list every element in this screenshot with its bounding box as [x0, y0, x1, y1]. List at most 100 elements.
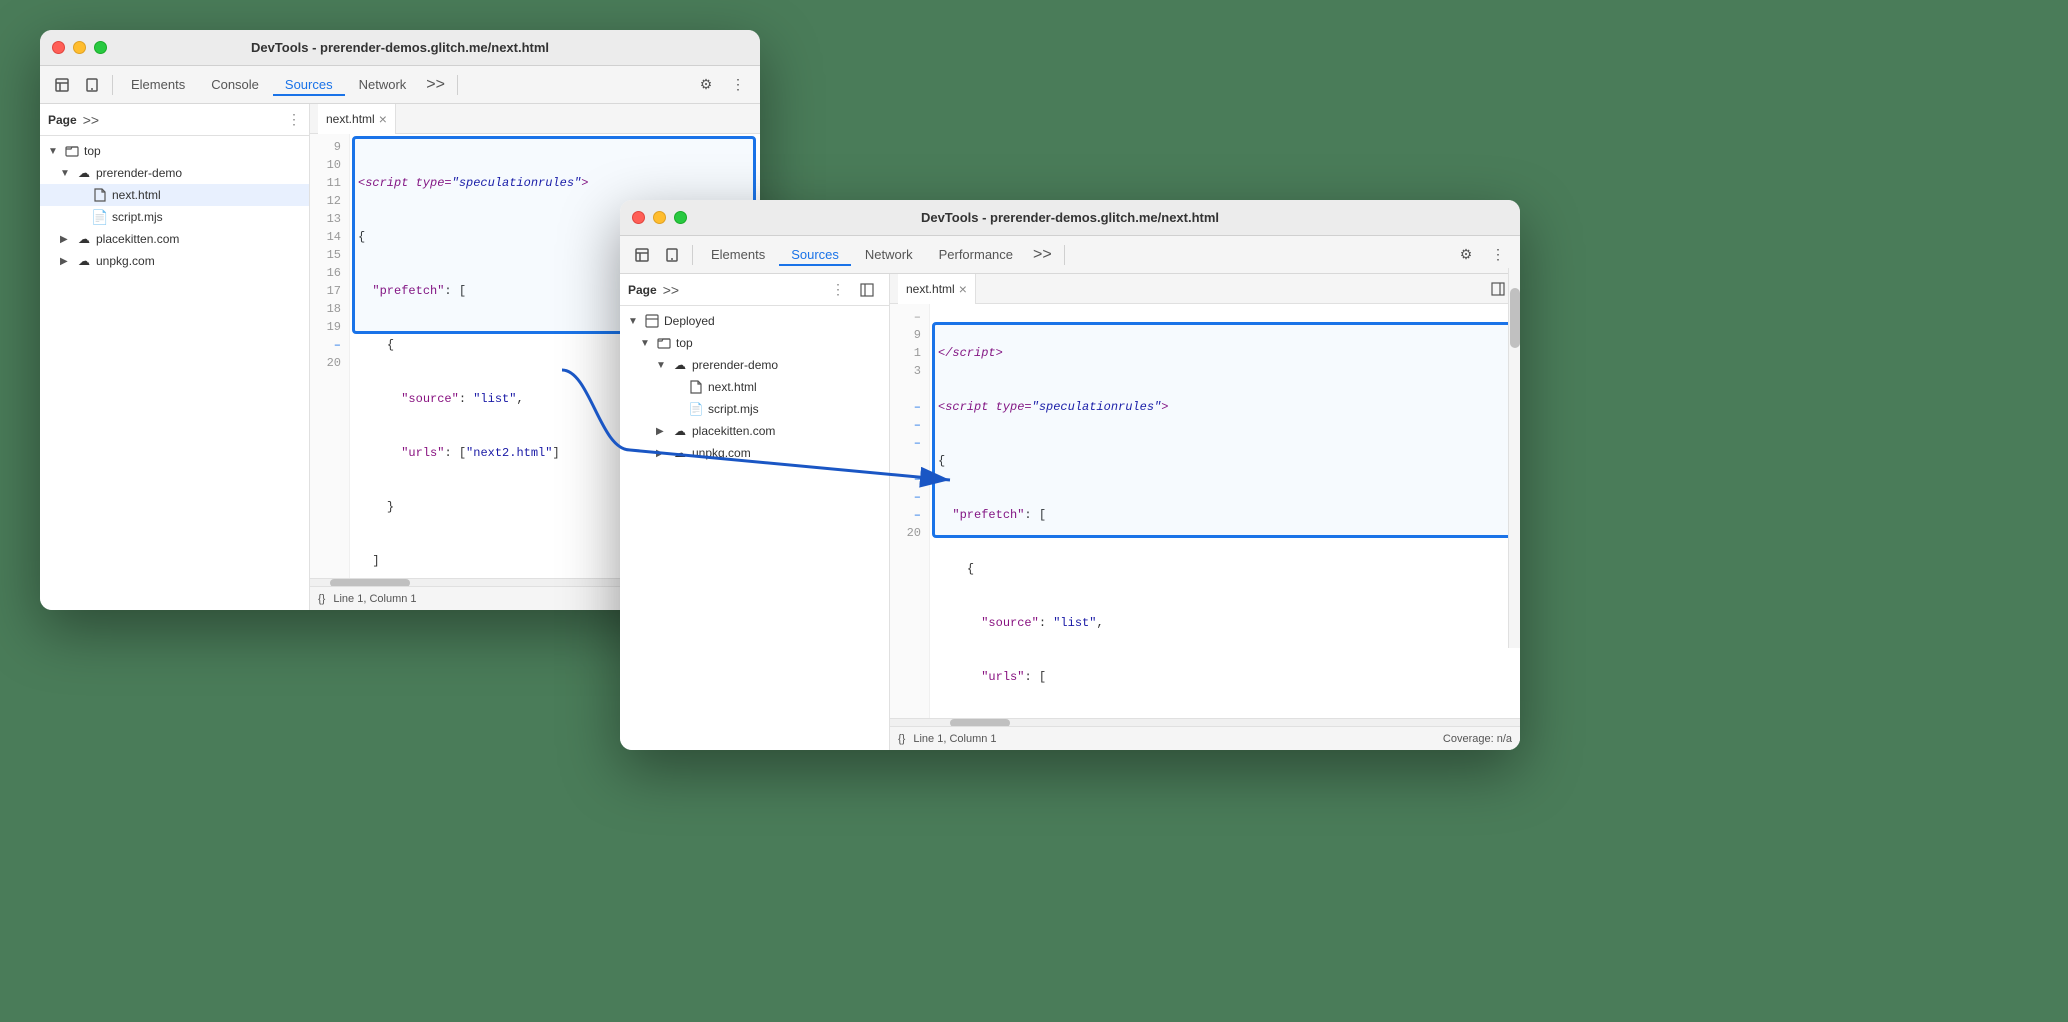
tree-label-unpkg-1: unpkg.com [96, 254, 155, 268]
tab-network-2[interactable]: Network [853, 243, 925, 266]
arrow-unpkg-2: ▶ [656, 448, 668, 459]
toolbar-2: Elements Sources Network Performance >> … [620, 236, 1520, 274]
devtools-window-2: DevTools - prerender-demos.glitch.me/nex… [620, 200, 1520, 750]
folder-icon-top-2 [656, 335, 672, 351]
sidebar-1: Page >> ⋮ ▼ top ▼ [40, 104, 310, 610]
close-button-2[interactable] [632, 211, 645, 224]
cloud-icon-1: ☁ [76, 165, 92, 181]
sidebar-2: Page >> ⋮ ▼ [620, 274, 890, 750]
more-tabs-icon-2[interactable]: >> [1027, 242, 1058, 268]
toolbar-right-2: ⚙ ⋮ [1452, 241, 1512, 269]
toolbar-separator-3 [692, 245, 693, 265]
status-coverage-2: Coverage: n/a [1443, 733, 1512, 745]
panel-content-2: Page >> ⋮ ▼ [620, 274, 1520, 750]
sidebar-tree-2: ▼ Deployed ▼ [620, 306, 889, 750]
code-content-2: </script> <script type="speculationrules… [930, 304, 1520, 718]
tab-elements-1[interactable]: Elements [119, 73, 197, 96]
inspector-icon[interactable] [48, 71, 76, 99]
status-braces-icon-2: {} [898, 733, 905, 745]
sidebar-tree-1: ▼ top ▼ ☁ prerender-demo [40, 136, 309, 610]
editor-tab-nexthtml-1[interactable]: next.html × [318, 104, 396, 134]
tree-label-unpkg-2: unpkg.com [692, 446, 751, 460]
folder-icon-top-1 [64, 143, 80, 159]
sidebar-page-label-2: Page [628, 283, 657, 297]
arrow-top-2: ▼ [640, 338, 652, 349]
sidebar-more-icon-1[interactable]: >> [83, 112, 99, 128]
tree-label-nexthtml-1: next.html [112, 188, 161, 202]
more-tabs-icon-1[interactable]: >> [420, 72, 451, 98]
maximize-button-2[interactable] [674, 211, 687, 224]
settings-icon-2[interactable]: ⚙ [1452, 241, 1480, 269]
toolbar-1: Elements Console Sources Network >> ⚙ ⋮ [40, 66, 760, 104]
arrow-top-1: ▼ [48, 146, 60, 157]
tree-label-prerender-2: prerender-demo [692, 358, 778, 372]
tab-console-1[interactable]: Console [199, 73, 271, 96]
arrow-deployed: ▼ [628, 316, 640, 327]
code-area-2: – 9 1 3 – – – – – – 20 </script> <scri [890, 304, 1520, 718]
tree-item-deployed[interactable]: ▼ Deployed [620, 310, 889, 332]
box-icon-deployed [644, 313, 660, 329]
minimize-button-1[interactable] [73, 41, 86, 54]
editor-tab-label-1: next.html [326, 112, 375, 126]
minimize-button-2[interactable] [653, 211, 666, 224]
tab-performance-2[interactable]: Performance [927, 243, 1025, 266]
sidebar-panel-toggle-2[interactable] [853, 276, 881, 304]
window-title-2: DevTools - prerender-demos.glitch.me/nex… [921, 210, 1219, 225]
tree-item-unpkg-1[interactable]: ▶ ☁ unpkg.com [40, 250, 309, 272]
inspector-icon-2[interactable] [628, 241, 656, 269]
more-icon-2[interactable]: ⋮ [1484, 241, 1512, 269]
editor-tab-close-2[interactable]: × [959, 281, 967, 297]
tree-item-unpkg-2[interactable]: ▶ ☁ unpkg.com [620, 442, 889, 464]
sidebar-page-label-1: Page [48, 113, 77, 127]
tree-label-prerender-1: prerender-demo [96, 166, 182, 180]
tab-sources-2[interactable]: Sources [779, 243, 851, 266]
toolbar-right-1: ⚙ ⋮ [692, 71, 752, 99]
toolbar-separator-1 [112, 75, 113, 95]
sidebar-header-1: Page >> ⋮ [40, 104, 309, 136]
editor-tab-close-1[interactable]: × [379, 111, 387, 127]
arrow-pk-2: ▶ [656, 426, 668, 437]
scrollbar-area-2[interactable] [890, 718, 1520, 726]
editor-tabs-1: next.html × [310, 104, 760, 134]
tree-label-top-1: top [84, 144, 101, 158]
cloud-unpkg-2: ☁ [672, 445, 688, 461]
close-button-1[interactable] [52, 41, 65, 54]
tree-item-placekitten-2[interactable]: ▶ ☁ placekitten.com [620, 420, 889, 442]
file-icon-1 [92, 187, 108, 203]
tree-item-top-2[interactable]: ▼ top [620, 332, 889, 354]
tab-network-1[interactable]: Network [347, 73, 419, 96]
tree-label-pk-2: placekitten.com [692, 424, 775, 438]
line-numbers-2: – 9 1 3 – – – – – – 20 [890, 304, 930, 718]
arrow-prerender-2: ▼ [656, 360, 668, 371]
cloud-pk-2: ☁ [672, 423, 688, 439]
settings-icon-1[interactable]: ⚙ [692, 71, 720, 99]
sidebar-kebab-1[interactable]: ⋮ [287, 111, 301, 128]
arrow-prerender-1: ▼ [60, 168, 72, 179]
tree-item-nexthtml-1[interactable]: ▶ next.html [40, 184, 309, 206]
maximize-button-1[interactable] [94, 41, 107, 54]
tree-item-placekitten-1[interactable]: ▶ ☁ placekitten.com [40, 228, 309, 250]
window-title-1: DevTools - prerender-demos.glitch.me/nex… [251, 40, 549, 55]
tree-item-top-1[interactable]: ▼ top [40, 140, 309, 162]
more-icon-1[interactable]: ⋮ [724, 71, 752, 99]
sidebar-kebab-2[interactable]: ⋮ [831, 281, 845, 298]
tree-item-nexthtml-2[interactable]: ▶ next.html [620, 376, 889, 398]
right-scrollbar-2[interactable] [1508, 268, 1520, 648]
tab-sources-1[interactable]: Sources [273, 73, 345, 96]
arrow-pk-1: ▶ [60, 234, 72, 245]
tab-elements-2[interactable]: Elements [699, 243, 777, 266]
device-icon[interactable] [78, 71, 106, 99]
tree-item-scriptmjs-2[interactable]: ▶ 📄 script.mjs [620, 398, 889, 420]
title-bar-1: DevTools - prerender-demos.glitch.me/nex… [40, 30, 760, 66]
tree-item-prerender-1[interactable]: ▼ ☁ prerender-demo [40, 162, 309, 184]
toolbar-separator-4 [1064, 245, 1065, 265]
tree-item-prerender-2[interactable]: ▼ ☁ prerender-demo [620, 354, 889, 376]
tree-item-scriptmjs-1[interactable]: ▶ 📄 script.mjs [40, 206, 309, 228]
status-braces-icon-1: {} [318, 593, 325, 605]
tree-label-deployed: Deployed [664, 314, 715, 328]
device-icon-2[interactable] [658, 241, 686, 269]
editor-tab-nexthtml-2[interactable]: next.html × [898, 274, 976, 304]
tree-label-scriptmjs-2: script.mjs [708, 402, 759, 416]
sidebar-more-icon-2[interactable]: >> [663, 282, 679, 298]
editor-tab-label-2: next.html [906, 282, 955, 296]
